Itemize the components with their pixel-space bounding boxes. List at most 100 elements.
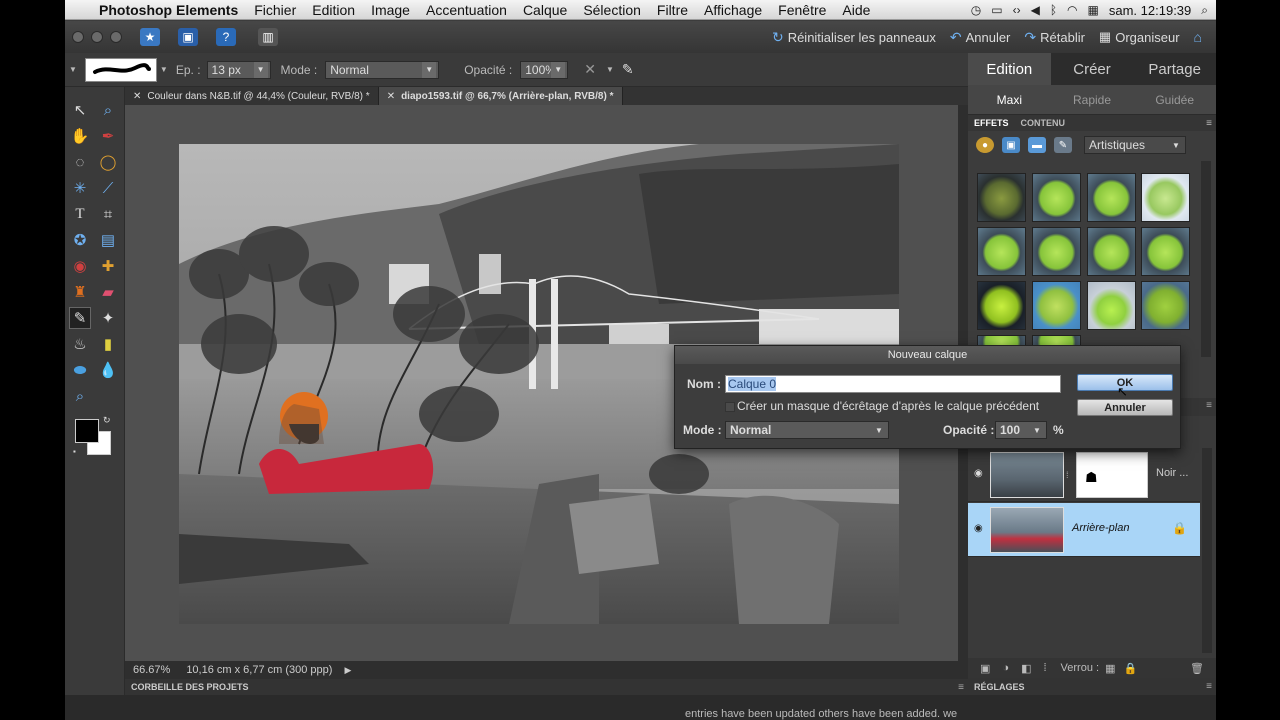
adjustments-panel-bar[interactable]: RÉGLAGES ≡ bbox=[968, 678, 1216, 695]
save-icon[interactable]: ▣ bbox=[178, 28, 198, 46]
menu-affichage[interactable]: Affichage bbox=[704, 2, 762, 18]
tab-contenu[interactable]: CONTENU bbox=[1021, 118, 1066, 128]
gradient-tool-icon[interactable]: ▮ bbox=[97, 333, 119, 355]
effect-thumbnail[interactable] bbox=[1141, 173, 1190, 222]
effect-thumbnail[interactable] bbox=[977, 281, 1026, 330]
effect-thumbnail[interactable] bbox=[1141, 281, 1190, 330]
layer-row[interactable]: ◉ ⁞ ☗ Noir ... bbox=[968, 448, 1200, 502]
layers-scrollbar[interactable] bbox=[1202, 448, 1212, 653]
menu-filtre[interactable]: Filtre bbox=[657, 2, 688, 18]
tab-effets[interactable]: EFFETS bbox=[974, 118, 1009, 128]
eye-icon[interactable]: ◉ bbox=[974, 523, 983, 534]
photo-effects-icon[interactable]: ▬ bbox=[1028, 137, 1046, 153]
eye-icon[interactable]: ◉ bbox=[974, 468, 983, 479]
tab-partage[interactable]: Partage bbox=[1133, 53, 1216, 85]
tab-maxi[interactable]: Maxi bbox=[968, 85, 1051, 114]
effects-category-select[interactable]: Artistiques ▼ bbox=[1084, 136, 1186, 154]
airbrush-icon[interactable]: ✕ bbox=[584, 61, 596, 78]
menu-edition[interactable]: Edition bbox=[312, 2, 355, 18]
new-layer-icon[interactable]: ▣ bbox=[980, 662, 990, 675]
text-tool-icon[interactable]: T bbox=[69, 203, 91, 225]
minimize-window-icon[interactable] bbox=[91, 31, 103, 43]
sponge-tool-icon[interactable]: ⌕ bbox=[69, 385, 91, 407]
panel-menu-icon[interactable]: ≡ bbox=[1206, 681, 1212, 692]
cookie-cutter-tool-icon[interactable]: ✪ bbox=[69, 229, 91, 251]
effects-scrollbar[interactable] bbox=[1201, 161, 1211, 357]
delete-layer-icon[interactable]: 🗑 bbox=[1190, 662, 1204, 675]
new-file-icon[interactable]: ★ bbox=[140, 28, 160, 46]
wifi-icon[interactable]: ◠ bbox=[1067, 3, 1077, 17]
healing-brush-tool-icon[interactable]: ✚ bbox=[97, 255, 119, 277]
mask-icon[interactable]: ◧ bbox=[1021, 662, 1031, 675]
link-layers-icon[interactable]: ⁞ bbox=[1043, 662, 1046, 674]
opacity-input[interactable]: 100 ▼ bbox=[995, 421, 1047, 439]
tab-edition[interactable]: Edition bbox=[968, 53, 1051, 85]
tab-diapo1593[interactable]: ✕ diapo1593.tif @ 66,7% (Arrière-plan, RV… bbox=[378, 87, 623, 105]
magic-wand-tool-icon[interactable]: ✳ bbox=[69, 177, 91, 199]
redo-button[interactable]: ↷ Rétablir bbox=[1024, 29, 1085, 46]
effect-thumbnail[interactable] bbox=[977, 173, 1026, 222]
reset-panels-button[interactable]: ↻ Réinitialiser les panneaux bbox=[772, 29, 936, 46]
lock-transparency-icon[interactable]: ▦ bbox=[1105, 662, 1115, 675]
close-window-icon[interactable] bbox=[72, 31, 84, 43]
panel-menu-icon[interactable]: ≡ bbox=[1206, 118, 1212, 129]
clock[interactable]: sam. 12:19:39 bbox=[1109, 3, 1191, 18]
menu-accentuation[interactable]: Accentuation bbox=[426, 2, 507, 18]
tab-couleur-nb[interactable]: ✕ Couleur dans N&B.tif @ 44,4% (Couleur, … bbox=[125, 87, 379, 105]
code-icon[interactable]: ‹› bbox=[1013, 3, 1021, 17]
shape-tool-icon[interactable]: ⬬ bbox=[69, 359, 91, 381]
effect-thumbnail[interactable] bbox=[1032, 173, 1081, 222]
brush-tool-icon[interactable]: ✎ bbox=[69, 307, 91, 329]
show-all-icon[interactable]: ✎ bbox=[1054, 137, 1072, 153]
tool-preset-arrow-icon[interactable]: ▼ bbox=[69, 65, 77, 74]
menu-image[interactable]: Image bbox=[371, 2, 410, 18]
lasso-tool-icon[interactable]: ◯ bbox=[97, 151, 119, 173]
spotlight-icon[interactable]: ⌕ bbox=[1201, 3, 1208, 18]
size-input[interactable]: 13 px ▼ bbox=[206, 60, 271, 79]
brush-settings-icon[interactable]: ✎ bbox=[622, 61, 634, 78]
display-icon[interactable]: ▭ bbox=[991, 3, 1002, 17]
effect-thumbnail[interactable] bbox=[1087, 281, 1136, 330]
default-colors-icon[interactable]: ▪ bbox=[73, 447, 76, 456]
time-machine-icon[interactable]: ◷ bbox=[971, 3, 981, 17]
organizer-button[interactable]: ▦ Organiseur bbox=[1099, 29, 1180, 45]
lock-all-icon[interactable]: 🔒 bbox=[1123, 662, 1137, 675]
effect-thumbnail[interactable] bbox=[1087, 227, 1136, 276]
effect-thumbnail[interactable] bbox=[1087, 173, 1136, 222]
cancel-button[interactable]: Annuler bbox=[1077, 399, 1173, 416]
layer-styles-icon[interactable]: ▣ bbox=[1002, 137, 1020, 153]
smart-brush-tool-icon[interactable]: ✦ bbox=[97, 307, 119, 329]
red-eye-tool-icon[interactable]: ◉ bbox=[69, 255, 91, 277]
crop-tool-icon[interactable]: ⌗ bbox=[97, 203, 119, 225]
status-menu-arrow-icon[interactable]: ▶ bbox=[344, 665, 351, 676]
filters-icon[interactable]: ● bbox=[976, 137, 994, 153]
clip-mask-checkbox[interactable] bbox=[725, 402, 735, 412]
layer-row-selected[interactable]: ◉ Arrière-plan 🔒 bbox=[968, 503, 1200, 557]
tab-guidee[interactable]: Guidée bbox=[1133, 85, 1216, 114]
options-arrow-icon[interactable]: ▼ bbox=[606, 65, 614, 74]
brush-picker-arrow-icon[interactable]: ▼ bbox=[160, 65, 168, 74]
tab-rapide[interactable]: Rapide bbox=[1051, 85, 1134, 114]
move-tool-icon[interactable]: ↖ bbox=[69, 99, 91, 121]
quick-selection-tool-icon[interactable]: ⟋ bbox=[97, 177, 119, 199]
effect-thumbnail[interactable] bbox=[1032, 281, 1081, 330]
opacity-input[interactable]: 100% ▼ bbox=[520, 60, 569, 79]
zoom-tool-icon[interactable]: ⌕ bbox=[97, 99, 119, 121]
menu-fenetre[interactable]: Fenêtre bbox=[778, 2, 826, 18]
layer-name-input[interactable]: Calque 0 bbox=[725, 375, 1061, 393]
effect-thumbnail[interactable] bbox=[977, 227, 1026, 276]
adjustment-layer-icon[interactable]: ◑ bbox=[1002, 662, 1009, 674]
menu-aide[interactable]: Aide bbox=[842, 2, 870, 18]
hand-tool-icon[interactable]: ✋ bbox=[69, 125, 91, 147]
project-bin-bar[interactable]: CORBEILLE DES PROJETS ≡ bbox=[125, 679, 968, 695]
panel-menu-icon[interactable]: ≡ bbox=[958, 682, 964, 693]
home-button[interactable]: ⌂ bbox=[1194, 29, 1202, 45]
swap-colors-icon[interactable]: ↻ bbox=[103, 415, 111, 426]
menu-calque[interactable]: Calque bbox=[523, 2, 567, 18]
effect-thumbnail[interactable] bbox=[1032, 227, 1081, 276]
marquee-tool-icon[interactable]: ◌ bbox=[69, 151, 91, 173]
brush-preview[interactable] bbox=[84, 57, 157, 82]
mode-select[interactable]: Normal ▼ bbox=[325, 60, 440, 79]
zoom-window-icon[interactable] bbox=[110, 31, 122, 43]
help-icon[interactable]: ? bbox=[216, 28, 236, 46]
